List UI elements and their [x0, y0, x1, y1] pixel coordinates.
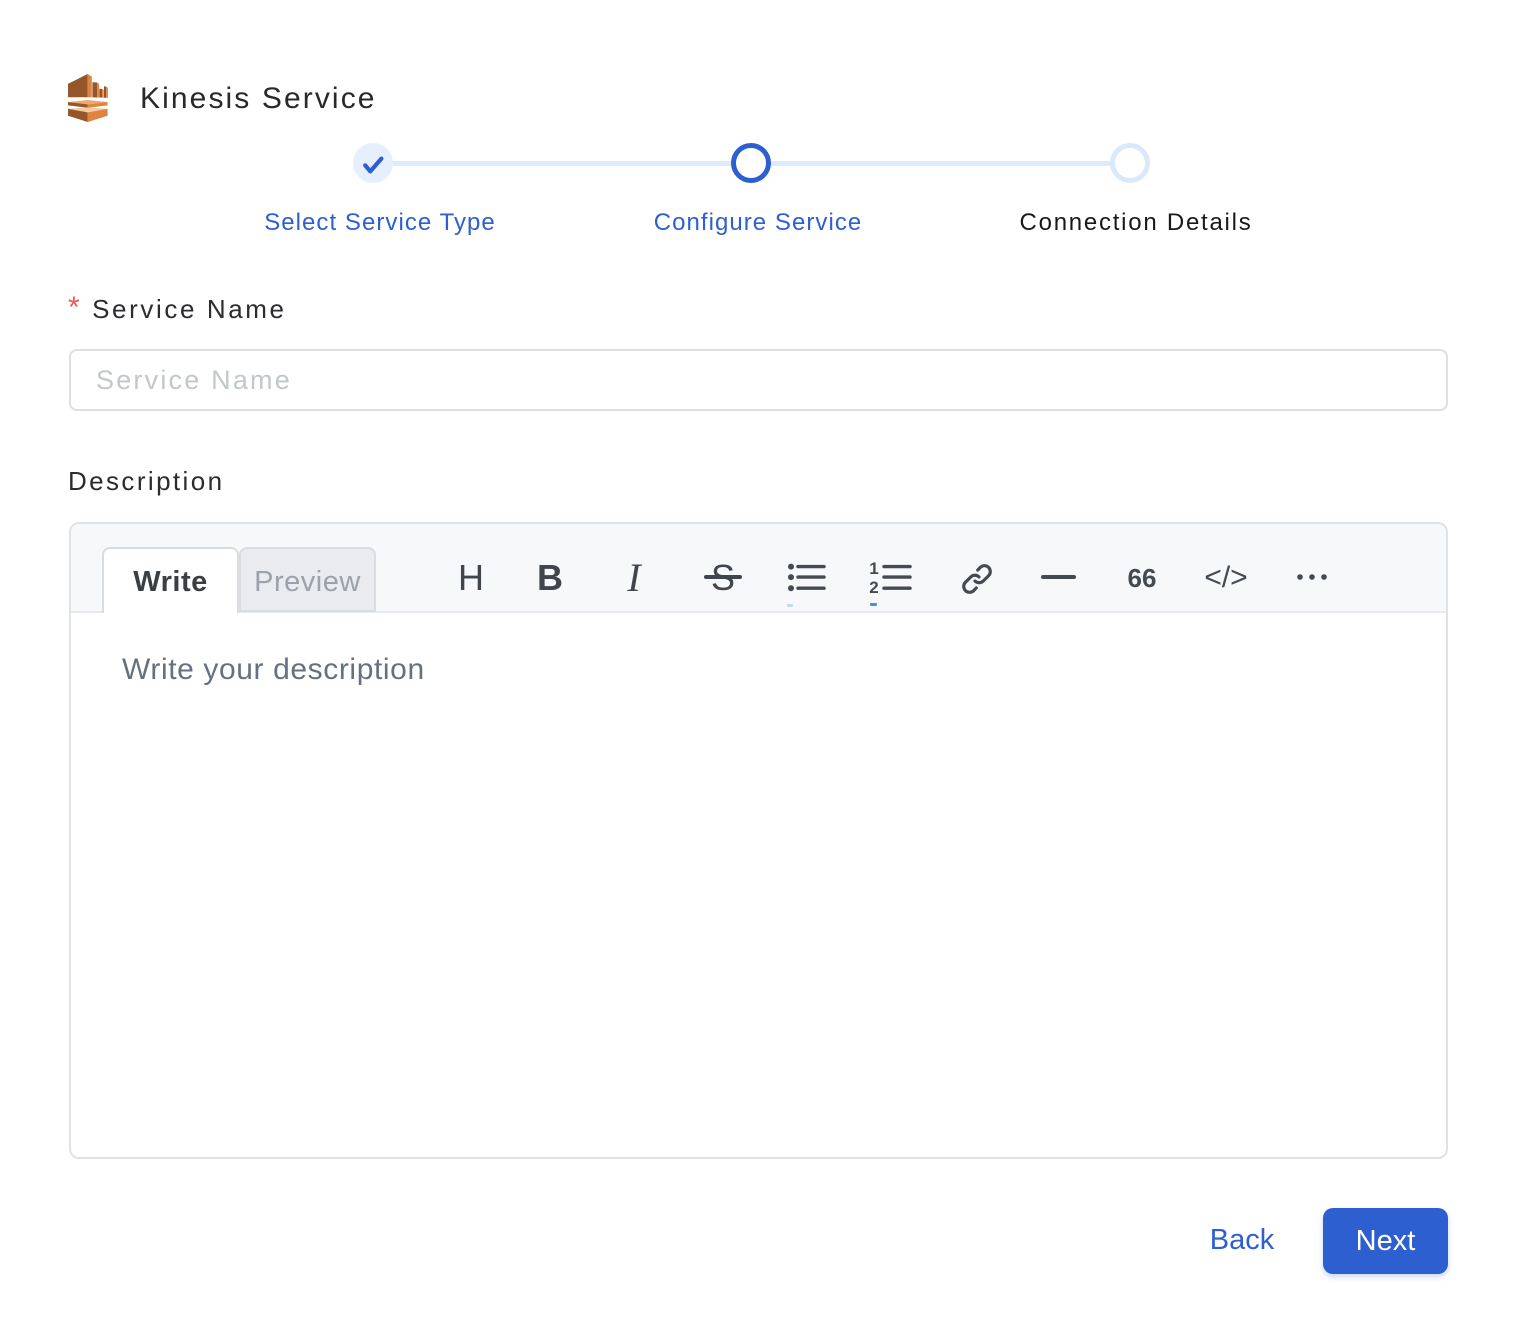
svg-text:2: 2	[869, 578, 878, 597]
svg-text:1: 1	[869, 559, 878, 578]
